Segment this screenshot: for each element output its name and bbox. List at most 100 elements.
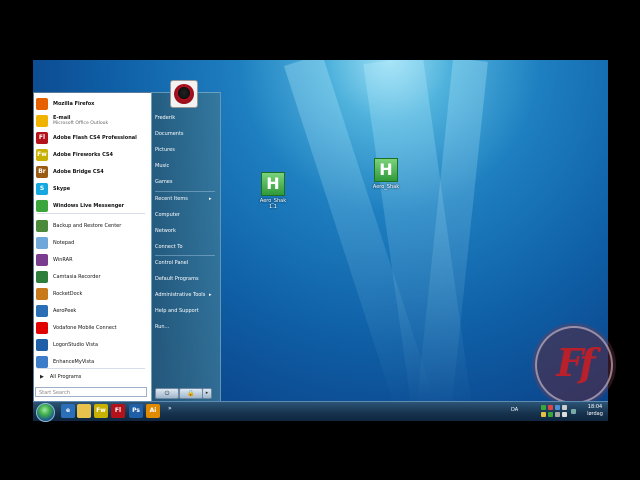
program-name: Mozilla Firefox (53, 100, 95, 107)
program-label: LogonStudio Vista (53, 341, 99, 348)
desktop-icon-label: Aero_Shak (372, 184, 400, 190)
aero-shake-icon: H (374, 158, 398, 182)
right-item-pictures[interactable]: Pictures (155, 147, 175, 154)
right-item-music[interactable]: Music (155, 163, 169, 170)
rocketdock-icon (36, 287, 48, 300)
right-item-control-panel[interactable]: Control Panel (155, 260, 188, 267)
start-search-input[interactable]: Start Search (35, 387, 147, 397)
right-item-label: Administrative Tools (155, 292, 206, 298)
right-item-label: Computer (155, 212, 180, 218)
program-name: E-mail (53, 114, 71, 121)
network-icon[interactable] (541, 405, 546, 410)
right-item-run[interactable]: Run... (155, 324, 169, 331)
messenger-tray-icon[interactable] (555, 405, 560, 410)
shutdown-button[interactable]: ⏻ (155, 388, 179, 399)
all-programs-button[interactable]: ▶ All Programs (36, 371, 148, 382)
right-item-label: Recent Items (155, 196, 188, 202)
start-button[interactable] (36, 403, 55, 422)
program-label: Windows Live Messenger (53, 203, 124, 209)
power-options-button[interactable]: ▸ (202, 388, 212, 399)
camtasia-icon (36, 270, 48, 283)
firefox-icon (36, 97, 48, 110)
clock[interactable]: 18:04 lørdag (584, 404, 606, 418)
program-label: Adobe Fireworks CS4 (53, 152, 113, 158)
pinned-program-item[interactable]: Fl Adobe Flash CS4 Professional (36, 130, 148, 145)
program-label: WinRAR (53, 256, 73, 263)
right-item-label: Run... (155, 324, 170, 330)
right-item-documents[interactable]: Documents (155, 131, 184, 138)
tray-app-icon[interactable] (541, 412, 546, 417)
language-indicator[interactable]: DA (511, 407, 518, 413)
skype-icon: S (36, 182, 48, 195)
volume-icon[interactable] (562, 412, 567, 417)
right-item-administrative-tools[interactable]: Administrative Tools ▸ (155, 292, 212, 299)
recent-program-item[interactable]: Camtasia Recorder (36, 269, 148, 284)
pinned-program-item[interactable]: Mozilla Firefox (36, 96, 148, 111)
right-item-label: Games (155, 179, 173, 185)
desktop-icon-aero-shake-1[interactable]: H Aero_Shak 1.1 (255, 172, 291, 210)
taskbar-photoshop-button[interactable]: Ps (129, 404, 143, 418)
recent-program-item[interactable]: Backup and Restore Center (36, 218, 148, 233)
right-item-default-programs[interactable]: Default Programs (155, 276, 199, 283)
taskbar-flash-button[interactable]: Fl (111, 404, 125, 418)
recent-program-item[interactable]: RocketDock (36, 286, 148, 301)
power-icon: ⏻ (164, 390, 170, 397)
clock-time: 18:04 (587, 404, 603, 410)
ie-icon: e (65, 407, 71, 414)
recent-program-item[interactable]: WinRAR (36, 252, 148, 267)
program-name: Adobe Bridge CS4 (53, 168, 104, 175)
taskbar-ie-button[interactable]: e (61, 404, 75, 418)
monitor-icon[interactable] (562, 405, 567, 410)
pinned-program-item[interactable]: E-mail Microsoft Office Outlook (36, 113, 148, 128)
tray-app-icon[interactable] (555, 412, 560, 417)
recent-program-item[interactable]: LogonStudio Vista (36, 337, 148, 352)
program-name: Adobe Fireworks CS4 (53, 151, 113, 158)
recent-program-item[interactable]: AeroPeek (36, 303, 148, 318)
winrar-icon (36, 253, 48, 266)
photoshop-icon: Ps (132, 407, 140, 414)
taskbar-illustrator-button[interactable]: Ai (146, 404, 160, 418)
program-label: Notepad (53, 239, 75, 246)
right-item-help-and-support[interactable]: Help and Support (155, 308, 199, 315)
right-item-label: Control Panel (155, 260, 189, 266)
pinned-program-item[interactable]: Windows Live Messenger (36, 198, 148, 213)
pinned-program-item[interactable]: S Skype (36, 181, 148, 196)
fireworks-icon: Fw (96, 407, 106, 414)
taskbar-fireworks-button[interactable]: Fw (94, 404, 108, 418)
pinned-program-item[interactable]: Br Adobe Bridge CS4 (36, 164, 148, 179)
logonstudio-icon (36, 338, 48, 351)
tray-app-icon[interactable] (571, 409, 576, 414)
flash-icon: Fl (114, 407, 122, 414)
pinned-program-item[interactable]: Fw Adobe Fireworks CS4 (36, 147, 148, 162)
taskbar-explorer-folder-button[interactable] (77, 404, 91, 418)
user-picture[interactable] (170, 80, 198, 108)
aero-shake-icon: H (261, 172, 285, 196)
right-item-label: Default Programs (155, 276, 199, 282)
recent-program-item[interactable]: Vodafone Mobile Connect (36, 320, 148, 335)
recent-program-item[interactable]: Notepad (36, 235, 148, 250)
ff-watermark-logo: Ff (535, 326, 613, 404)
enhancemyvista-icon (36, 355, 48, 368)
program-label: AeroPeek (53, 307, 77, 314)
recent-program-item[interactable]: EnhanceMyVista (36, 354, 148, 369)
tray-app-icon[interactable] (548, 412, 553, 417)
security-icon[interactable] (548, 405, 553, 410)
right-item-connect-to[interactable]: Connect To (155, 244, 183, 251)
divider (37, 368, 145, 369)
right-item-recent-items[interactable]: Recent Items ▸ (155, 196, 212, 203)
right-item-user[interactable]: Frederik (155, 115, 175, 122)
lock-button[interactable]: 🔒 (179, 388, 203, 399)
program-name: Skype (53, 185, 71, 192)
right-item-network[interactable]: Network (155, 228, 176, 235)
bridge-icon: Br (36, 165, 48, 178)
program-label: Camtasia Recorder (53, 273, 101, 280)
program-label: E-mail Microsoft Office Outlook (53, 115, 108, 127)
right-item-games[interactable]: Games (155, 179, 173, 186)
desktop-icon-aero-shake-2[interactable]: H Aero_Shak (368, 158, 404, 190)
quick-launch-overflow-button[interactable]: » (168, 405, 172, 412)
right-item-computer[interactable]: Computer (155, 212, 180, 219)
program-sublabel: Microsoft Office Outlook (53, 120, 109, 126)
flash-icon: Fl (36, 131, 48, 144)
illustrator-icon: Ai (149, 407, 157, 414)
user-avatar-icon (174, 84, 194, 104)
